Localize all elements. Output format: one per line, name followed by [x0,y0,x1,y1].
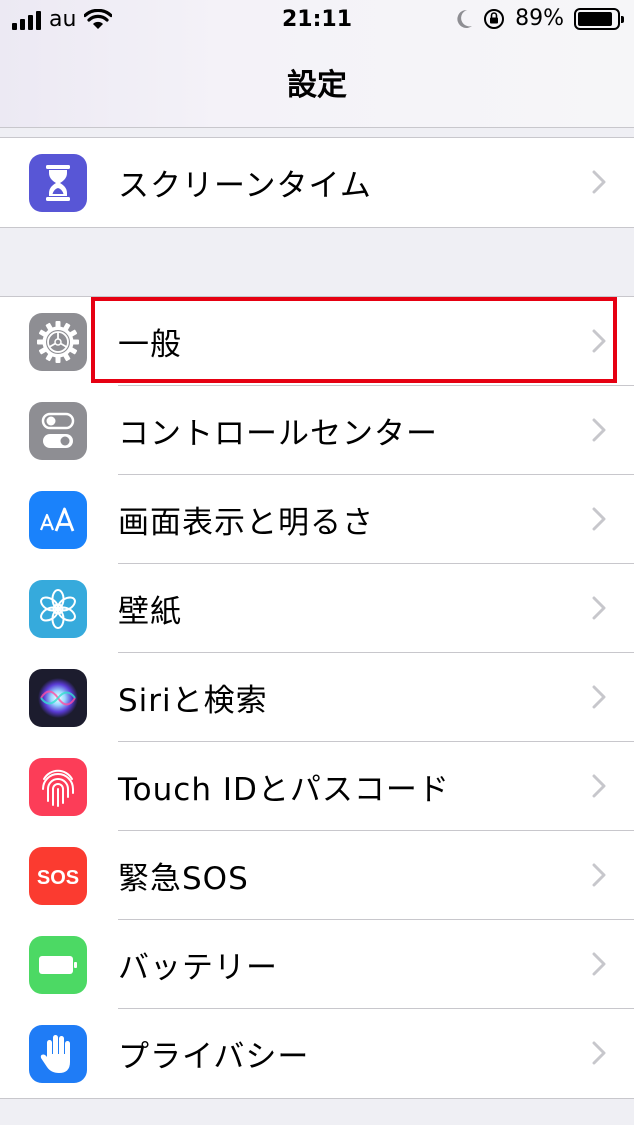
status-bar: au 21:11 89% [0,0,634,42]
settings-row-screen-time[interactable]: スクリーンタイム [0,138,634,227]
settings-group-screen-time: スクリーンタイム [0,137,634,228]
flower-icon [29,579,87,638]
settings-row-label: 一般 [118,327,182,363]
navigation-bar: 設定 [0,42,634,128]
settings-row-label: 壁紙 [118,594,182,630]
chevron-right-icon [592,1041,606,1065]
toggle-switches-icon [29,401,87,460]
chevron-right-icon [592,507,606,531]
gear-icon [29,312,87,371]
settings-row-label: プライバシー [118,1039,310,1075]
battery-icon [574,8,624,30]
battery-icon [29,935,87,994]
settings-row-emergency-sos[interactable]: SOS 緊急SOS [0,831,634,920]
sos-icon: SOS [29,846,87,905]
settings-row-label: 緊急SOS [118,861,249,897]
settings-row-label: Touch IDとパスコード [118,772,450,808]
settings-row-label: バッテリー [118,950,278,986]
siri-icon [29,668,87,727]
chevron-right-icon [592,596,606,620]
moon-icon [457,9,473,28]
page-title: 設定 [287,67,347,103]
settings-row-label: スクリーンタイム [118,168,372,204]
settings-row-display-brightness[interactable]: 画面表示と明るさ [0,475,634,564]
battery-percentage: 89% [515,6,564,31]
hand-icon [29,1024,87,1083]
chevron-right-icon [592,685,606,709]
chevron-right-icon [592,170,606,194]
settings-row-privacy[interactable]: プライバシー [0,1009,634,1098]
settings-row-control-center[interactable]: コントロールセンター [0,386,634,475]
settings-row-general[interactable]: 一般 [0,297,634,386]
orientation-lock-icon [484,9,505,29]
settings-row-siri-search[interactable]: Siriと検索 [0,653,634,742]
chevron-right-icon [592,418,606,442]
hourglass-icon [29,153,87,212]
chevron-right-icon [592,952,606,976]
text-size-icon [29,490,87,549]
settings-row-label: コントロールセンター [118,416,438,452]
settings-row-wallpaper[interactable]: 壁紙 [0,564,634,653]
fingerprint-icon [29,757,87,816]
settings-group-main: 一般 コントロールセンター 画面表示と明るさ 壁紙 Siriと検索 Touch … [0,296,634,1099]
settings-row-label: 画面表示と明るさ [118,505,374,541]
chevron-right-icon [592,774,606,798]
settings-row-label: Siriと検索 [118,683,268,719]
settings-row-battery[interactable]: バッテリー [0,920,634,1009]
settings-row-touch-id-passcode[interactable]: Touch IDとパスコード [0,742,634,831]
chevron-right-icon [592,863,606,887]
svg-text:SOS: SOS [37,867,79,889]
chevron-right-icon [592,329,606,353]
